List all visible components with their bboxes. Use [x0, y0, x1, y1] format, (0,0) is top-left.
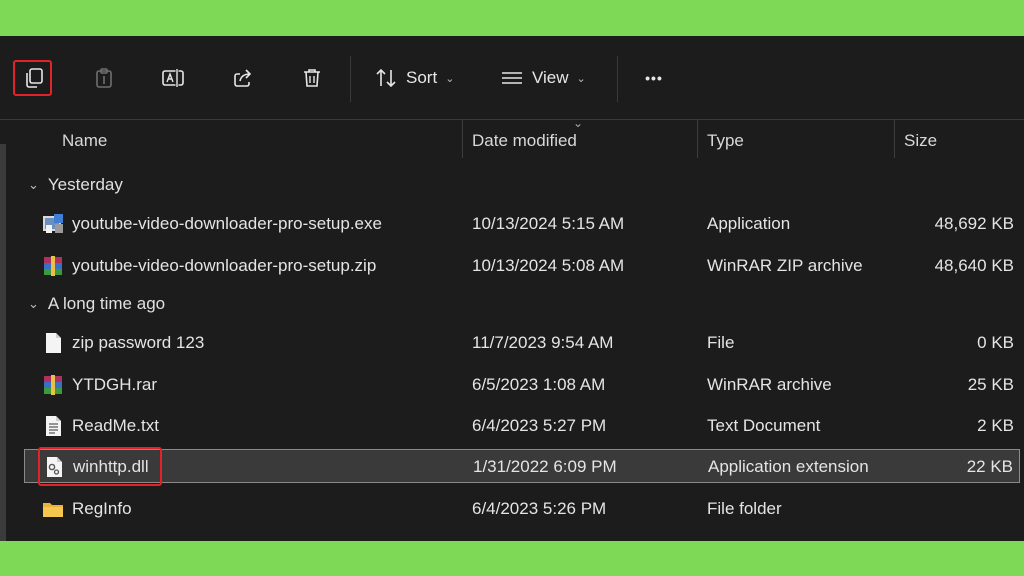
group-header-yesterday[interactable]: ⌄ Yesterday	[28, 170, 123, 200]
column-header-row: Name Date modified Type Size	[0, 120, 1024, 162]
command-bar: Sort ⌄ View ⌄ •••	[0, 36, 1024, 120]
column-resize-handle[interactable]	[894, 120, 895, 158]
file-name-cell: youtube-video-downloader-pro-setup.zip	[42, 249, 376, 283]
column-size-header[interactable]: Size	[904, 120, 937, 162]
sort-indicator-icon: ⌄	[573, 116, 584, 130]
file-type: File folder	[707, 499, 782, 518]
chevron-down-icon: ⌄	[576, 72, 586, 85]
file-type: Text Document	[707, 416, 821, 435]
file-size: 2 KB	[977, 416, 1014, 435]
file-row[interactable]: RegInfo 6/4/2023 5:26 PM File folder	[24, 492, 1020, 526]
file-type: WinRAR ZIP archive	[707, 256, 863, 275]
group-header-long-time-ago[interactable]: ⌄ A long time ago	[28, 289, 165, 319]
file-name-cell: youtube-video-downloader-pro-setup.exe	[42, 207, 382, 241]
file-name-cell: YTDGH.rar	[42, 368, 157, 402]
file-name-cell: RegInfo	[42, 492, 132, 526]
chevron-down-icon: ⌄	[445, 72, 455, 85]
blank-file-icon	[42, 332, 64, 354]
file-row[interactable]: zip password 123 11/7/2023 9:54 AM File …	[24, 326, 1020, 360]
trash-icon	[304, 69, 320, 87]
column-date-header[interactable]: Date modified	[472, 120, 577, 162]
file-date: 1/31/2022 6:09 PM	[473, 457, 617, 476]
file-date: 11/7/2023 9:54 AM	[472, 333, 614, 352]
share-icon	[234, 69, 252, 87]
file-date: 10/13/2024 5:08 AM	[472, 256, 625, 275]
file-date: 6/5/2023 1:08 AM	[472, 375, 606, 394]
chevron-down-icon: ⌄	[28, 177, 39, 192]
file-size: 48,640 KB	[934, 256, 1014, 275]
text-file-icon	[42, 415, 64, 437]
file-name-cell: zip password 123	[42, 326, 204, 360]
file-size: 0 KB	[977, 333, 1014, 352]
delete-button[interactable]	[294, 60, 330, 96]
paste-button[interactable]	[86, 60, 122, 96]
file-date: 10/13/2024 5:15 AM	[472, 214, 625, 233]
view-button[interactable]: View ⌄	[500, 60, 586, 96]
file-row[interactable]: youtube-video-downloader-pro-setup.exe 1…	[24, 207, 1020, 241]
file-name-cell: ReadMe.txt	[42, 409, 159, 443]
file-date: 6/4/2023 5:27 PM	[472, 416, 607, 435]
file-date: 6/4/2023 5:26 PM	[472, 499, 607, 518]
sort-arrows-icon	[376, 68, 396, 88]
file-name: RegInfo	[72, 499, 132, 518]
group-label: Yesterday	[47, 175, 123, 194]
toolbar-divider	[350, 56, 351, 102]
file-row[interactable]: youtube-video-downloader-pro-setup.zip 1…	[24, 249, 1020, 283]
file-row[interactable]: ReadMe.txt 6/4/2023 5:27 PM Text Documen…	[24, 409, 1020, 443]
file-name: youtube-video-downloader-pro-setup.exe	[72, 214, 382, 233]
group-label: A long time ago	[47, 294, 166, 313]
column-name-header[interactable]: Name	[62, 120, 107, 162]
file-type: File	[707, 333, 735, 352]
file-size: 25 KB	[967, 375, 1014, 394]
sort-button[interactable]: Sort ⌄	[374, 60, 454, 96]
list-view-icon	[502, 72, 522, 84]
rename-button[interactable]	[155, 60, 191, 96]
file-name: youtube-video-downloader-pro-setup.zip	[72, 256, 377, 275]
column-resize-handle[interactable]	[462, 120, 463, 158]
sort-label: Sort	[406, 68, 438, 87]
clipboard-icon	[96, 68, 112, 88]
file-type: WinRAR archive	[707, 375, 832, 394]
file-size: 22 KB	[966, 457, 1013, 476]
file-type: Application	[707, 214, 791, 233]
column-type-header[interactable]: Type	[707, 120, 744, 162]
file-size: 48,692 KB	[934, 214, 1014, 233]
scrollbar[interactable]	[0, 144, 6, 541]
file-name: zip password 123	[72, 333, 205, 352]
column-resize-handle[interactable]	[697, 120, 698, 158]
file-name: YTDGH.rar	[72, 375, 157, 394]
winrar-archive-icon	[42, 255, 64, 277]
file-name: ReadMe.txt	[72, 416, 159, 435]
file-type: Application extension	[708, 457, 869, 476]
chevron-down-icon: ⌄	[28, 296, 39, 311]
winrar-archive-icon	[42, 374, 64, 396]
folder-icon	[42, 498, 64, 520]
toolbar-divider	[617, 56, 618, 102]
more-dots-icon: •••	[645, 70, 663, 86]
exe-installer-icon	[42, 213, 64, 235]
rename-icon	[162, 69, 184, 87]
file-row[interactable]: YTDGH.rar 6/5/2023 1:08 AM WinRAR archiv…	[24, 368, 1020, 402]
share-button[interactable]	[225, 60, 261, 96]
view-label: View	[532, 68, 569, 87]
winhttp-dll-highlight	[38, 447, 162, 486]
more-options-button[interactable]: •••	[636, 60, 672, 96]
file-row-selected[interactable]: winhttp.dll 1/31/2022 6:09 PM Applicatio…	[24, 449, 1020, 483]
copy-button-highlight	[13, 60, 52, 96]
